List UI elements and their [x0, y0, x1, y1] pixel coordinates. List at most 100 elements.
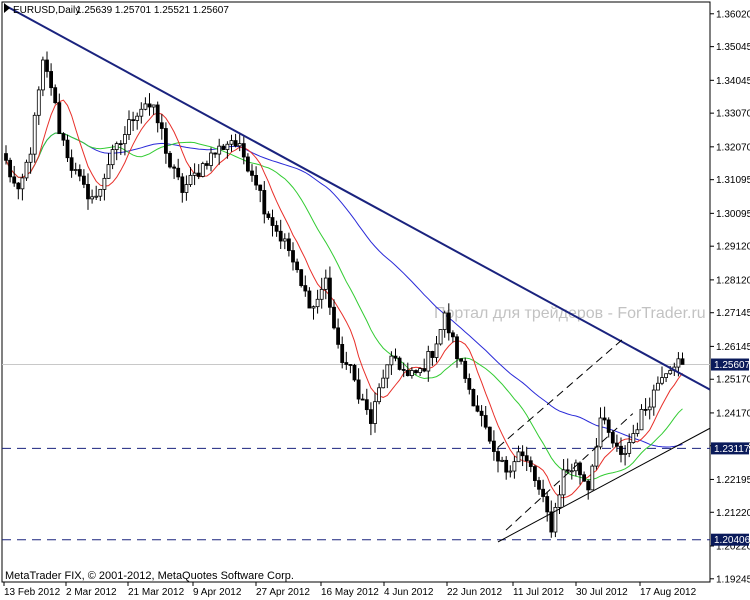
candle-body — [426, 351, 431, 372]
candle-body — [348, 364, 353, 366]
candle-body — [32, 114, 37, 155]
candle-body — [16, 182, 21, 190]
candle-body — [147, 103, 152, 108]
candlestick — [352, 363, 357, 382]
candle-body — [229, 140, 234, 145]
price-tick-label: 1.22195 — [716, 475, 750, 486]
candle-body — [656, 382, 660, 391]
time-tick-label: 2 Mar 2012 — [66, 587, 117, 598]
price-tick-label: 1.29120 — [716, 242, 750, 253]
candle-body — [450, 332, 455, 338]
candle-body — [418, 368, 423, 374]
candle-body — [479, 410, 484, 416]
candle-body — [295, 261, 300, 271]
candle-body — [143, 103, 148, 110]
candle-body — [459, 358, 464, 362]
candle-body — [373, 401, 377, 424]
candle-body — [352, 364, 357, 381]
candle-body — [397, 357, 402, 370]
price-flag: 1.25607 — [711, 358, 750, 371]
candle-body — [578, 462, 582, 476]
price-flag-label: 1.20406 — [714, 535, 750, 546]
candle-body — [209, 152, 213, 166]
candle-body — [315, 298, 320, 308]
candle-body — [311, 306, 316, 309]
candle-body — [590, 465, 595, 491]
candle-body — [504, 459, 509, 473]
candle-body — [389, 355, 394, 366]
time-tick-label: 22 Jun 2012 — [447, 587, 502, 598]
candlestick — [24, 159, 29, 181]
time-tick-label: 11 Jul 2012 — [513, 587, 564, 598]
price-flag-label: 1.25607 — [714, 360, 750, 371]
candle-body — [430, 351, 435, 358]
candle-body — [36, 89, 41, 116]
candlestick — [41, 56, 45, 97]
candle-body — [270, 217, 275, 226]
candle-body — [24, 161, 29, 179]
candle-body — [241, 143, 246, 158]
candle-body — [168, 152, 172, 168]
candle-body — [172, 166, 177, 169]
candle-body — [610, 432, 615, 444]
candle-body — [660, 377, 664, 384]
candle-body — [582, 474, 586, 482]
candle-body — [114, 143, 119, 150]
candle-body — [639, 409, 644, 431]
price-tick-label: 1.21220 — [716, 508, 750, 519]
candle-body — [455, 336, 459, 360]
candle-body — [4, 153, 8, 161]
time-tick-label: 4 Jun 2012 — [384, 587, 434, 598]
time-tick-label: 27 Apr 2012 — [256, 587, 310, 598]
candle-body — [20, 177, 25, 190]
candle-body — [635, 429, 640, 434]
price-tick-label: 1.33070 — [716, 109, 750, 120]
candle-body — [262, 190, 267, 215]
candle-body — [360, 398, 365, 401]
price-chart[interactable]: Портал для трейдеров - ForTrader.ru 1.36… — [0, 0, 750, 600]
candle-body — [28, 153, 33, 163]
price-tick-label: 1.36020 — [716, 9, 750, 20]
candle-body — [619, 445, 623, 455]
candlestick — [200, 161, 205, 178]
candle-body — [180, 176, 185, 193]
candle-body — [344, 362, 349, 365]
candle-body — [463, 360, 468, 379]
candle-body — [483, 415, 488, 428]
candle-body — [336, 327, 341, 345]
candle-body — [127, 119, 131, 135]
time-tick-label: 21 Mar 2012 — [128, 587, 185, 598]
candle-body — [278, 230, 283, 242]
price-tick-label: 1.35045 — [716, 42, 750, 53]
candlestick — [53, 84, 58, 105]
candle-body — [385, 364, 390, 379]
candle-body — [286, 238, 291, 251]
candle-body — [516, 451, 521, 463]
candle-body — [303, 285, 308, 292]
price-tick-label: 1.31095 — [716, 175, 750, 186]
candle-body — [381, 377, 386, 389]
candle-body — [53, 87, 58, 104]
candle-body — [204, 163, 209, 166]
candle-body — [377, 387, 382, 403]
candle-body — [200, 163, 205, 177]
candle-body — [332, 306, 336, 329]
candle-body — [94, 195, 99, 198]
candle-body — [159, 122, 164, 129]
candle-body — [676, 358, 681, 368]
candle-body — [57, 102, 62, 135]
candle-body — [86, 183, 90, 200]
candle-body — [319, 288, 324, 300]
candle-body — [254, 175, 259, 186]
candle-body — [49, 71, 53, 89]
candle-body — [434, 343, 439, 358]
candle-body — [118, 143, 123, 145]
time-tick-label: 16 May 2012 — [321, 587, 379, 598]
header: EURUSD,Daily 1.25639 1.25701 1.25521 1.2… — [4, 3, 229, 16]
candle-body — [401, 369, 406, 371]
candle-body — [528, 460, 533, 467]
candle-body — [8, 159, 13, 178]
candle-body — [151, 104, 156, 108]
candle-body — [291, 250, 295, 263]
candlestick — [553, 502, 558, 538]
